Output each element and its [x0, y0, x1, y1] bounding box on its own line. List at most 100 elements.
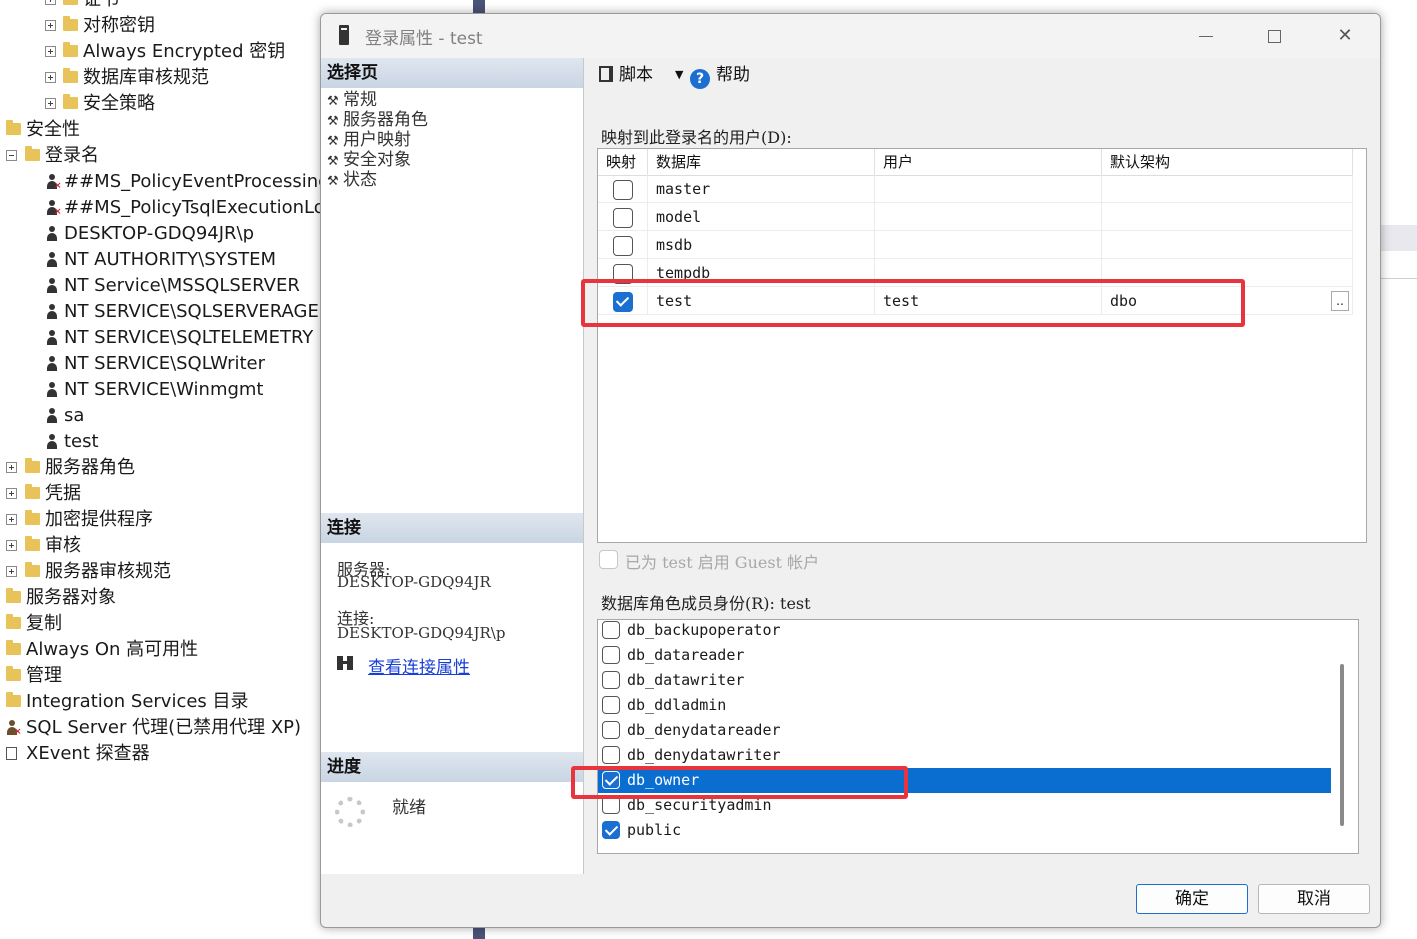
role-item[interactable]: db_securityadmin	[598, 793, 1331, 818]
page-item[interactable]: ⚒ 用户映射	[327, 130, 411, 150]
database-cell[interactable]: master	[648, 175, 875, 203]
mapping-row[interactable]: msdb	[598, 231, 1353, 259]
tree-item[interactable]: Always On 高可用性	[0, 637, 322, 663]
tree-item[interactable]: XEvent 探查器	[0, 741, 322, 767]
tree-item[interactable]: 数据库审核规范	[0, 65, 322, 91]
mapping-row[interactable]: master	[598, 175, 1353, 203]
schema-cell[interactable]	[1102, 259, 1353, 287]
column-header[interactable]: 数据库	[648, 149, 875, 175]
schema-cell[interactable]	[1102, 203, 1353, 231]
tree-item[interactable]: 安全性	[0, 117, 322, 143]
tree-item[interactable]: sa	[0, 403, 322, 429]
role-checkbox[interactable]	[602, 821, 620, 839]
expand-toggle-icon[interactable]	[6, 566, 17, 577]
tree-item[interactable]: 服务器审核规范	[0, 559, 322, 585]
cancel-button[interactable]: 取消	[1258, 884, 1370, 914]
user-cell[interactable]	[875, 231, 1102, 259]
role-item[interactable]: db_datareader	[598, 643, 1331, 668]
role-item[interactable]: db_denydatareader	[598, 718, 1331, 743]
tree-item[interactable]: NT SERVICE\SQLTELEMETRY	[0, 325, 322, 351]
page-item[interactable]: ⚒ 服务器角色	[327, 110, 428, 130]
database-cell[interactable]: tempdb	[648, 259, 875, 287]
tree-item[interactable]: 服务器对象	[0, 585, 322, 611]
tree-item[interactable]: NT Service\MSSQLSERVER	[0, 273, 322, 299]
expand-toggle-icon[interactable]	[45, 0, 56, 5]
role-checkbox[interactable]	[602, 671, 620, 689]
role-checkbox[interactable]	[602, 621, 620, 639]
script-button[interactable]: 脚本	[599, 58, 653, 108]
collapse-toggle-icon[interactable]	[6, 150, 17, 161]
tree-item[interactable]: 加密提供程序	[0, 507, 322, 533]
role-item[interactable]: db_denydatawriter	[598, 743, 1331, 768]
role-item[interactable]: db_backupoperator	[598, 618, 1331, 643]
map-checkbox[interactable]	[613, 180, 633, 200]
help-button[interactable]: ? 帮助	[690, 58, 750, 108]
expand-toggle-icon[interactable]	[6, 514, 17, 525]
page-item[interactable]: ⚒ 状态	[327, 170, 377, 190]
tree-item[interactable]: 凭据	[0, 481, 322, 507]
tree-item[interactable]: test	[0, 429, 322, 455]
page-item[interactable]: ⚒ 安全对象	[327, 150, 411, 170]
user-cell[interactable]	[875, 175, 1102, 203]
database-cell[interactable]: msdb	[648, 231, 875, 259]
role-checkbox[interactable]	[602, 646, 620, 664]
tree-item[interactable]: ×##MS_PolicyTsqlExecutionLogin##	[0, 195, 322, 221]
role-checkbox[interactable]	[602, 771, 620, 789]
expand-toggle-icon[interactable]	[45, 20, 56, 31]
expand-toggle-icon[interactable]	[6, 540, 17, 551]
column-header[interactable]: 映射	[598, 149, 648, 175]
page-item[interactable]: ⚒ 常规	[327, 90, 377, 110]
schema-cell[interactable]	[1102, 175, 1353, 203]
map-checkbox[interactable]	[613, 292, 633, 312]
tree-item[interactable]: DESKTOP-GDQ94JR\p	[0, 221, 322, 247]
tree-item[interactable]: 管理	[0, 663, 322, 689]
minimize-button[interactable]	[1183, 22, 1229, 50]
tree-item[interactable]: NT SERVICE\Winmgmt	[0, 377, 322, 403]
user-cell[interactable]: test	[875, 287, 1102, 315]
expand-toggle-icon[interactable]	[45, 46, 56, 57]
tree-item[interactable]: Integration Services 目录	[0, 689, 322, 715]
database-cell[interactable]: test	[648, 287, 875, 315]
tree-item[interactable]: 对称密钥	[0, 13, 322, 39]
mapping-row[interactable]: test test dbo..	[598, 287, 1353, 315]
tree-item[interactable]: × SQL Server 代理(已禁用代理 XP)	[0, 715, 322, 741]
column-header[interactable]: 用户	[875, 149, 1102, 175]
ok-button[interactable]: 确定	[1136, 884, 1248, 914]
tree-item[interactable]: 复制	[0, 611, 322, 637]
guest-account-checkbox[interactable]	[599, 550, 618, 569]
map-checkbox[interactable]	[613, 264, 633, 284]
map-checkbox[interactable]	[613, 208, 633, 228]
tree-item[interactable]: 安全策略	[0, 91, 322, 117]
close-button[interactable]: ✕	[1322, 22, 1368, 50]
expand-toggle-icon[interactable]	[6, 488, 17, 499]
expand-toggle-icon[interactable]	[6, 462, 17, 473]
expand-toggle-icon[interactable]	[45, 72, 56, 83]
script-dropdown-arrow[interactable]: ▼	[675, 58, 683, 108]
database-cell[interactable]: model	[648, 203, 875, 231]
role-checkbox[interactable]	[602, 796, 620, 814]
schema-cell[interactable]	[1102, 231, 1353, 259]
role-item[interactable]: db_datawriter	[598, 668, 1331, 693]
schema-cell[interactable]: dbo	[1102, 287, 1353, 315]
user-cell[interactable]	[875, 259, 1102, 287]
role-item[interactable]: db_ddladmin	[598, 693, 1331, 718]
tree-item[interactable]: NT SERVICE\SQLSERVERAGENT	[0, 299, 322, 325]
role-item[interactable]: public	[598, 818, 1331, 843]
role-checkbox[interactable]	[602, 746, 620, 764]
map-checkbox[interactable]	[613, 236, 633, 256]
column-header[interactable]: 默认架构	[1102, 149, 1353, 175]
tree-item[interactable]: NT AUTHORITY\SYSTEM	[0, 247, 322, 273]
maximize-button[interactable]	[1251, 22, 1297, 50]
tree-item[interactable]: 审核	[0, 533, 322, 559]
mapping-row[interactable]: model	[598, 203, 1353, 231]
user-cell[interactable]	[875, 203, 1102, 231]
mapping-row[interactable]: tempdb	[598, 259, 1353, 287]
role-checkbox[interactable]	[602, 696, 620, 714]
tree-item[interactable]: NT SERVICE\SQLWriter	[0, 351, 322, 377]
role-item[interactable]: db_owner	[598, 768, 1331, 793]
view-connection-properties-link[interactable]: 查看连接属性	[368, 653, 470, 678]
schema-browse-button[interactable]: ..	[1331, 291, 1349, 311]
expand-toggle-icon[interactable]	[45, 98, 56, 109]
role-list-scrollbar[interactable]	[1340, 664, 1344, 826]
tree-item[interactable]: Always Encrypted 密钥	[0, 39, 322, 65]
